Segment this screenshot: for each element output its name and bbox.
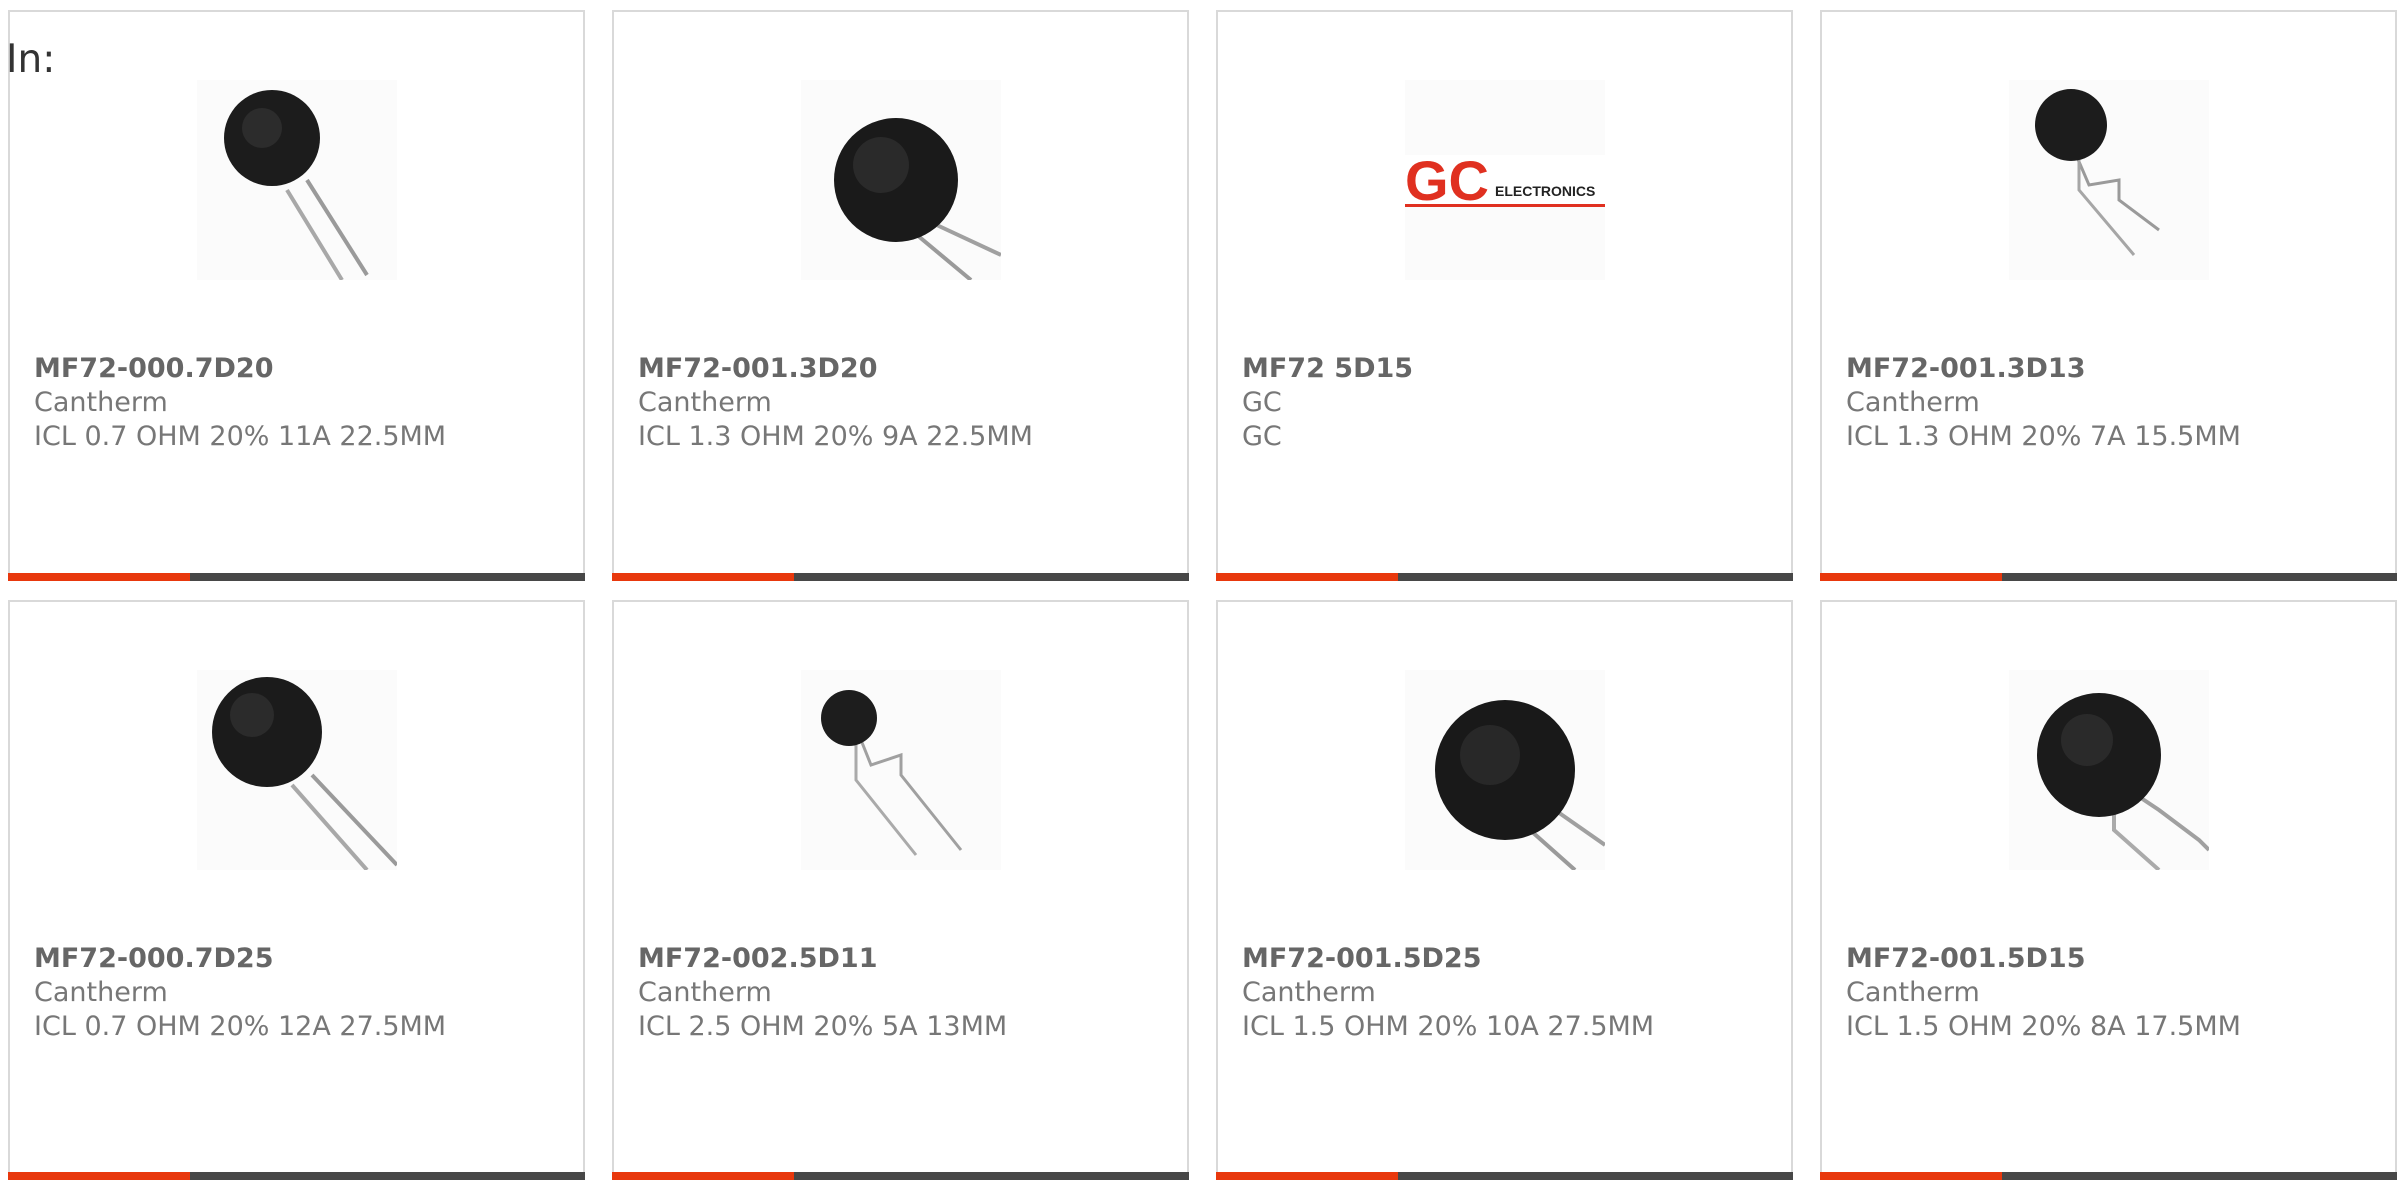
manufacturer: Cantherm — [1242, 977, 1376, 1008]
thermistor-disc-icon — [211, 677, 397, 870]
product-card[interactable]: MF72-002.5D11 Cantherm ICL 2.5 OHM 20% 5… — [612, 600, 1189, 1180]
manufacturer: Cantherm — [638, 387, 772, 418]
svg-text:GC: GC — [1405, 149, 1489, 212]
card-accent-bar — [1216, 1172, 1793, 1180]
product-image[interactable] — [800, 670, 1001, 870]
manufacturer: GC — [1242, 387, 1282, 418]
card-accent-bar — [1820, 573, 2397, 581]
card-accent-bar — [1820, 1172, 2397, 1180]
product-image[interactable] — [196, 80, 397, 280]
manufacturer: Cantherm — [1846, 977, 1980, 1008]
product-image[interactable]: GC ELECTRONICS — [1404, 80, 1605, 280]
product-image[interactable] — [800, 80, 1001, 280]
part-number[interactable]: MF72-001.3D20 — [638, 352, 1033, 386]
product-image[interactable] — [2008, 80, 2209, 280]
thermistor-disc-icon — [833, 118, 1001, 280]
thermistor-disc-icon — [1434, 700, 1605, 870]
part-number[interactable]: MF72-001.3D13 — [1846, 352, 2241, 386]
product-image[interactable] — [2008, 670, 2209, 870]
thermistor-disc-icon — [2034, 89, 2160, 256]
product-card[interactable]: MF72-000.7D20 Cantherm ICL 0.7 OHM 20% 1… — [8, 10, 585, 581]
product-card[interactable]: MF72-000.7D25 Cantherm ICL 0.7 OHM 20% 1… — [8, 600, 585, 1180]
card-accent-bar — [8, 1172, 585, 1180]
svg-text:ELECTRONICS: ELECTRONICS — [1495, 183, 1595, 199]
description: ICL 1.5 OHM 20% 10A 27.5MM — [1242, 1011, 1655, 1042]
description: ICL 2.5 OHM 20% 5A 13MM — [638, 1011, 1008, 1042]
product-card[interactable]: MF72-001.3D13 Cantherm ICL 1.3 OHM 20% 7… — [1820, 10, 2397, 581]
product-card[interactable]: MF72-001.5D25 Cantherm ICL 1.5 OHM 20% 1… — [1216, 600, 1793, 1180]
description: ICL 1.3 OHM 20% 7A 15.5MM — [1846, 421, 2241, 452]
card-accent-bar — [8, 573, 585, 581]
description: ICL 1.3 OHM 20% 9A 22.5MM — [638, 421, 1033, 452]
card-accent-bar — [612, 573, 1189, 581]
product-image[interactable] — [1404, 670, 1605, 870]
product-image[interactable] — [196, 670, 397, 870]
filter-in-label: In: — [6, 37, 56, 82]
manufacturer: Cantherm — [34, 387, 168, 418]
description: ICL 0.7 OHM 20% 11A 22.5MM — [34, 421, 447, 452]
part-number[interactable]: MF72-000.7D25 — [34, 942, 446, 976]
part-number[interactable]: MF72 5D15 — [1242, 352, 1413, 386]
thermistor-disc-icon — [2036, 693, 2209, 870]
card-accent-bar — [1216, 573, 1793, 581]
part-number[interactable]: MF72-002.5D11 — [638, 942, 1007, 976]
card-accent-bar — [612, 1172, 1189, 1180]
product-card[interactable]: GC ELECTRONICS MF72 5D15 GC GC — [1216, 10, 1793, 581]
thermistor-disc-icon — [820, 690, 962, 856]
description: GC — [1242, 421, 1282, 452]
manufacturer: Cantherm — [638, 977, 772, 1008]
gc-electronics-logo: GC ELECTRONICS — [1404, 149, 1605, 212]
description: ICL 0.7 OHM 20% 12A 27.5MM — [34, 1011, 447, 1042]
manufacturer: Cantherm — [34, 977, 168, 1008]
description: ICL 1.5 OHM 20% 8A 17.5MM — [1846, 1011, 2241, 1042]
product-card[interactable]: MF72-001.5D15 Cantherm ICL 1.5 OHM 20% 8… — [1820, 600, 2397, 1180]
product-card[interactable]: MF72-001.3D20 Cantherm ICL 1.3 OHM 20% 9… — [612, 10, 1189, 581]
part-number[interactable]: MF72-001.5D15 — [1846, 942, 2241, 976]
part-number[interactable]: MF72-000.7D20 — [34, 352, 446, 386]
part-number[interactable]: MF72-001.5D25 — [1242, 942, 1654, 976]
thermistor-disc-icon — [223, 90, 369, 280]
manufacturer: Cantherm — [1846, 387, 1980, 418]
